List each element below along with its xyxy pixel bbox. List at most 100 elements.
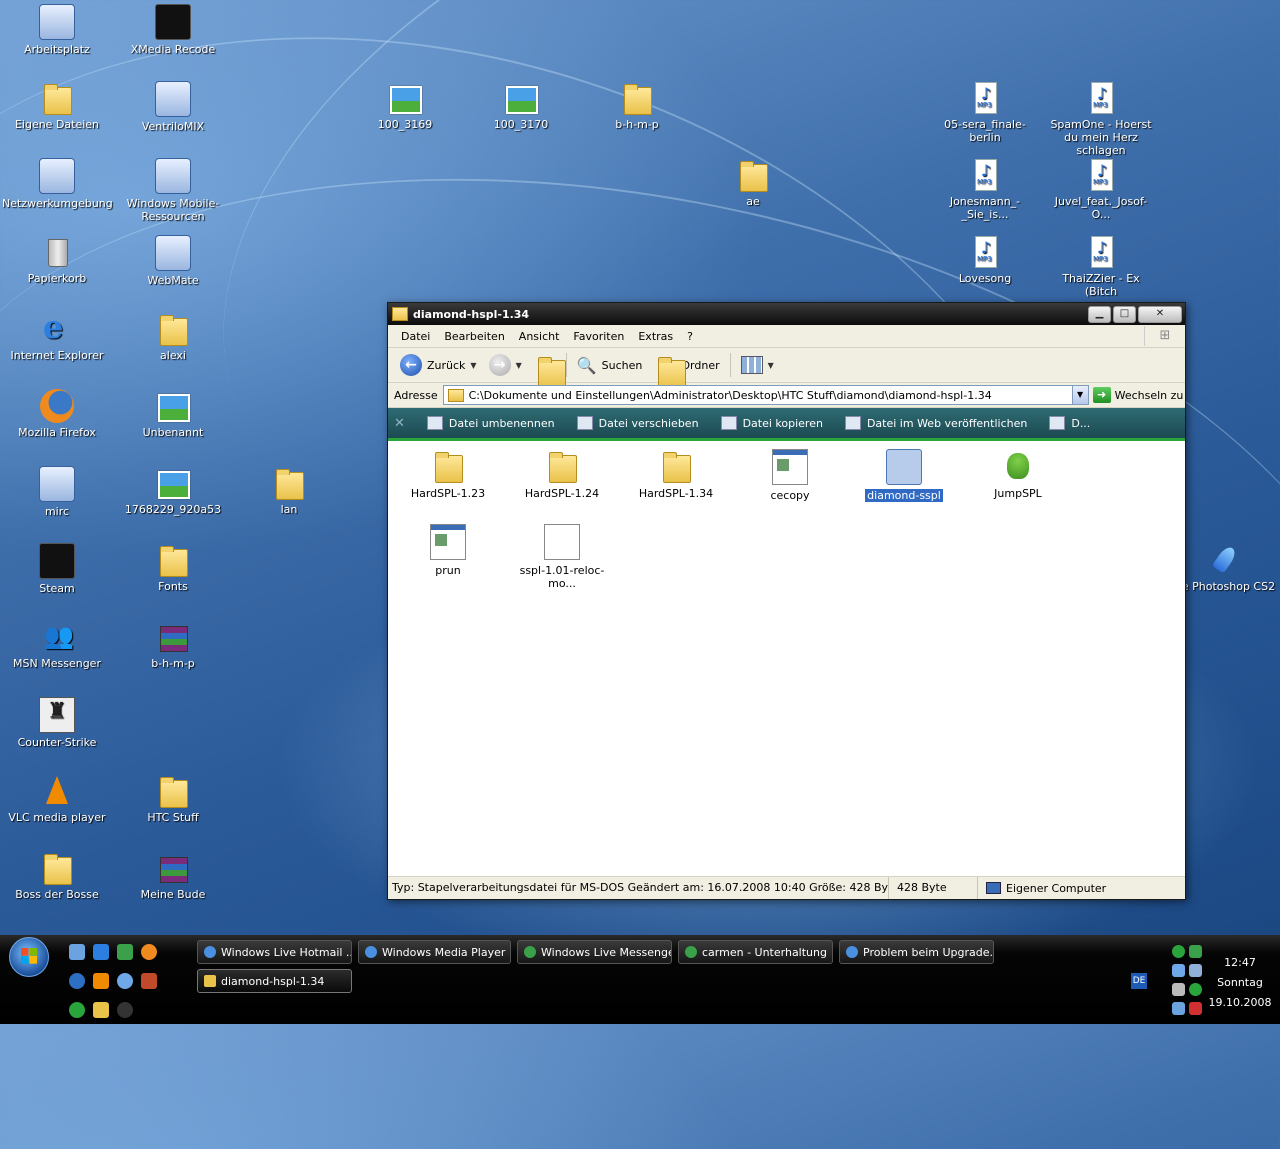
batch-file-icon: [772, 449, 808, 485]
task-move-file[interactable]: Datei verschieben: [576, 416, 699, 430]
task-more[interactable]: D...: [1049, 416, 1090, 430]
show-desktop-icon[interactable]: [69, 944, 85, 960]
taskbar-button-messenger[interactable]: Windows Live Messenger: [517, 940, 672, 964]
window-titlebar[interactable]: diamond-hspl-1.34 ▁ □ ✕: [388, 303, 1185, 325]
task-copy-file[interactable]: Datei kopieren: [720, 416, 823, 430]
close-button[interactable]: ✕: [1138, 305, 1182, 323]
folders-button[interactable]: Ordner: [648, 351, 725, 388]
desktop-icon-msn-messenger[interactable]: MSN Messenger: [2, 620, 112, 670]
msn-status-icon[interactable]: [1189, 945, 1202, 958]
internet-explorer-icon[interactable]: [93, 944, 109, 960]
desktop-icon-netzwerkumgebung[interactable]: Netzwerkumgebung: [2, 158, 113, 210]
file-item[interactable]: JumpSPL: [968, 449, 1068, 500]
go-button[interactable]: ➜ Wechseln zu: [1092, 387, 1183, 403]
views-button[interactable]: ▼: [735, 351, 780, 379]
menu-extras[interactable]: Extras: [631, 330, 680, 343]
taskbar-button-hotmail[interactable]: Windows Live Hotmail ...: [197, 940, 352, 964]
desktop-icon-b-h-m-p-folder[interactable]: b-h-m-p: [582, 81, 692, 131]
desktop-icon-lovesong[interactable]: Lovesong: [930, 235, 1040, 285]
desktop-icon-vlc[interactable]: VLC media player: [2, 774, 112, 824]
file-item[interactable]: HardSPL-1.23: [398, 449, 498, 500]
steam-icon[interactable]: [117, 1002, 133, 1018]
volume-icon[interactable]: [1172, 983, 1185, 996]
task-band-close[interactable]: ✕: [394, 416, 405, 431]
forward-button[interactable]: → ▼: [483, 351, 528, 379]
taskbar-button-carmen-chat[interactable]: carmen - Unterhaltung: [678, 940, 833, 964]
folder-icon[interactable]: [93, 1002, 109, 1018]
desktop-icon-eigene-dateien[interactable]: Eigene Dateien: [2, 81, 112, 131]
start-button[interactable]: [9, 937, 49, 977]
file-item[interactable]: HardSPL-1.34: [626, 449, 726, 500]
file-item[interactable]: sspl-1.01-reloc-mo...: [512, 524, 612, 590]
taskbar-button-media-player[interactable]: Windows Media Player: [358, 940, 511, 964]
desktop-icon-100-3169[interactable]: 100_3169: [350, 81, 460, 131]
desktop-icon-internet-explorer[interactable]: Internet Explorer: [2, 308, 112, 362]
taskbar-button-explorer-window[interactable]: diamond-hspl-1.34: [197, 969, 352, 993]
desktop-icon-xmedia-recode[interactable]: XMedia Recode: [118, 4, 228, 56]
menu-favoriten[interactable]: Favoriten: [566, 330, 631, 343]
chevron-down-icon[interactable]: ▼: [1071, 386, 1088, 404]
desktop-icon-firefox[interactable]: Mozilla Firefox: [2, 389, 112, 439]
desktop-icon-photoshop[interactable]: pe Photoshop CS2: [1170, 543, 1280, 593]
vlc-icon[interactable]: [93, 973, 109, 989]
desktop-icon-boss-der-bosse[interactable]: Boss der Bosse: [2, 851, 112, 901]
minimize-button[interactable]: ▁: [1088, 305, 1111, 323]
desktop-icon-counter-strike[interactable]: Counter-Strike: [2, 697, 112, 749]
chevron-down-icon[interactable]: ▼: [516, 361, 522, 370]
antivirus-icon[interactable]: [1189, 1002, 1202, 1015]
windows-logo-icon: ⊞: [1144, 326, 1185, 346]
msn-icon[interactable]: [117, 944, 133, 960]
task-publish-web[interactable]: Datei im Web veröffentlichen: [844, 416, 1027, 430]
search-button[interactable]: 🔍 Suchen: [571, 351, 649, 379]
desktop-icon-lan[interactable]: lan: [234, 466, 344, 516]
up-folder-button[interactable]: [528, 351, 566, 388]
file-item[interactable]: prun: [398, 524, 498, 577]
firefox-icon[interactable]: [141, 944, 157, 960]
desktop-icon-windows-mobile[interactable]: Windows Mobile-Ressourcen: [118, 158, 228, 223]
desktop-icon-sera-finale[interactable]: 05-sera_finale-berlin: [930, 81, 1040, 144]
menu-help[interactable]: ?: [680, 330, 700, 343]
web-icon[interactable]: [117, 973, 133, 989]
sync-icon[interactable]: [1189, 983, 1202, 996]
language-indicator[interactable]: DE: [1131, 973, 1147, 989]
menu-ansicht[interactable]: Ansicht: [512, 330, 567, 343]
back-button[interactable]: ← Zurück ▼: [394, 351, 483, 379]
clover-icon[interactable]: [69, 1002, 85, 1018]
file-item[interactable]: cecopy: [740, 449, 840, 502]
desktop-icon-juvel[interactable]: Juvel_feat._Josof-O...: [1046, 158, 1156, 221]
menu-bearbeiten[interactable]: Bearbeiten: [437, 330, 511, 343]
clover-icon[interactable]: [1172, 945, 1185, 958]
desktop-icon-jonesmann[interactable]: Jonesmann_-_Sie_is...: [930, 158, 1040, 221]
desktop-icon-1768229[interactable]: 1768229_920a53: [118, 466, 228, 516]
desktop-icon-arbeitsplatz[interactable]: Arbeitsplatz: [2, 4, 112, 56]
desktop-icon-b-h-m-p-archive[interactable]: b-h-m-p: [118, 620, 228, 670]
desktop-icon-meine-bude[interactable]: Meine Bude: [118, 851, 228, 901]
desktop-icon-ventrilomix[interactable]: VentriloMIX: [118, 81, 228, 133]
media-player-icon[interactable]: [69, 973, 85, 989]
file-item-selected[interactable]: diamond-sspl: [854, 449, 954, 503]
desktop-icon-ae[interactable]: ae: [698, 158, 808, 208]
desktop-icon-spamone[interactable]: SpamOne - Hoerst du mein Herz schlagen: [1046, 81, 1156, 157]
desktop-icon-100-3170[interactable]: 100_3170: [466, 81, 576, 131]
desktop-icon-fonts[interactable]: Fonts: [118, 543, 228, 593]
desktop-icon-htc-stuff[interactable]: HTC Stuff: [118, 774, 228, 824]
security-icon[interactable]: [1172, 1002, 1185, 1015]
desktop-icon-alexi[interactable]: alexi: [118, 312, 228, 362]
taskbar-button-upgrade-problem[interactable]: Problem beim Upgrade...: [839, 940, 994, 964]
desktop-icon-thaizzier[interactable]: ThaiZZier - Ex (Bitch: [1046, 235, 1156, 298]
desktop-icon-mirc[interactable]: mirc: [2, 466, 112, 518]
desktop-icon-papierkorb[interactable]: Papierkorb: [2, 235, 112, 285]
desktop-icon-steam[interactable]: Steam: [2, 543, 112, 595]
menu-datei[interactable]: Datei: [394, 330, 437, 343]
network-icon[interactable]: [1172, 964, 1185, 977]
desktop-icon-unbenannt[interactable]: Unbenannt: [118, 389, 228, 439]
address-input[interactable]: C:\Dokumente und Einstellungen\Administr…: [442, 385, 1089, 405]
maximize-button[interactable]: □: [1113, 305, 1136, 323]
desktop-icon-webmate[interactable]: WebMate: [118, 235, 228, 287]
task-rename-file[interactable]: Datei umbenennen: [426, 416, 555, 430]
network-icon[interactable]: [1189, 964, 1202, 977]
clock[interactable]: 12:47 Sonntag 19.10.2008: [1208, 953, 1272, 1013]
mirc-icon[interactable]: [141, 973, 157, 989]
chevron-down-icon[interactable]: ▼: [470, 361, 476, 370]
file-item[interactable]: HardSPL-1.24: [512, 449, 612, 500]
